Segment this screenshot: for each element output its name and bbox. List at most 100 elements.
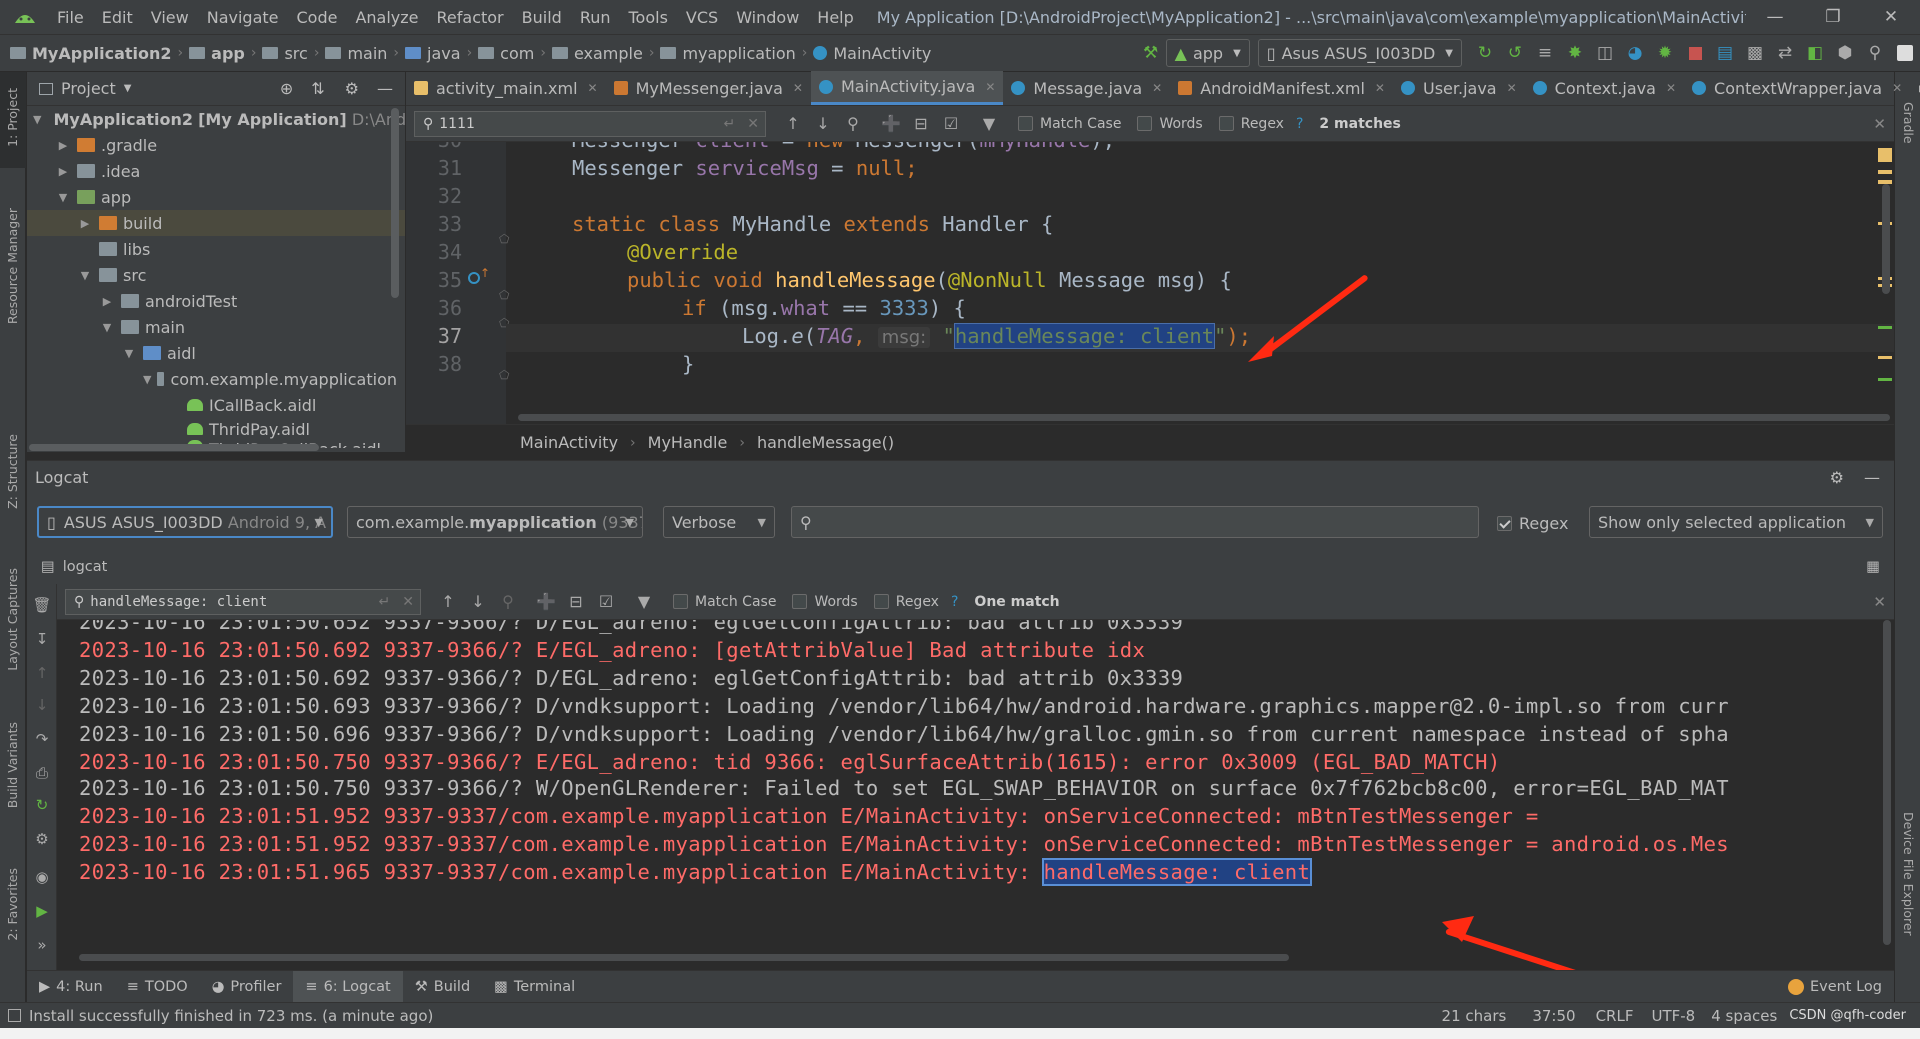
project-hscrollbar[interactable] — [29, 444, 319, 451]
tree-item-package[interactable]: ▼ com.example.myapplication — [27, 366, 397, 392]
filter-config-dropdown[interactable]: Show only selected application ▼ — [1589, 506, 1883, 538]
editor-vscrollbar[interactable] — [1882, 184, 1890, 294]
logcat-regex-find-checkbox[interactable]: Regex? — [873, 594, 958, 610]
logcat-words-checkbox[interactable]: Words — [792, 594, 858, 610]
project-scrollbar[interactable] — [391, 108, 399, 298]
filter-icon[interactable]: ▼ — [629, 592, 659, 611]
sync-icon[interactable]: ⇄ — [1770, 38, 1800, 68]
tab-context[interactable]: Context.java ✕ — [1525, 71, 1684, 105]
close-icon[interactable]: ✕ — [1152, 81, 1162, 95]
menu-analyze[interactable]: Analyze — [346, 8, 427, 27]
log-level-dropdown[interactable]: Verbose ▼ — [663, 506, 775, 538]
close-icon[interactable]: ✕ — [1507, 81, 1517, 95]
menu-help[interactable]: Help — [808, 8, 862, 27]
editor-words-checkbox[interactable]: Words — [1137, 116, 1203, 132]
close-icon[interactable]: ✕ — [588, 81, 598, 95]
close-icon[interactable]: ✕ — [1892, 81, 1902, 95]
code-viewport[interactable]: 30 31 32 33 34 35 36 37 38 ↑ ⬠ ⬠ ⬠ ⬠ Mes… — [406, 142, 1894, 424]
file-encoding[interactable]: UTF-8 — [1651, 1007, 1695, 1025]
crumb-project[interactable]: MyApplication2 — [10, 44, 172, 63]
tree-root[interactable]: ▼ MyApplication2 [My Application] D:\Andr… — [27, 106, 446, 132]
menu-code[interactable]: Code — [288, 8, 347, 27]
stop-icon[interactable] — [1680, 38, 1710, 68]
tree-item-main[interactable]: ▼ main — [27, 314, 397, 340]
tree-item-aidl[interactable]: ▼ aidl — [27, 340, 397, 366]
logcat-find-input[interactable]: ⚲ handleMessage: client ↵ ✕ — [65, 588, 421, 615]
tool-build-variants[interactable]: Build Variants — [5, 722, 20, 808]
tree-item-libs[interactable]: libs — [27, 236, 397, 262]
override-gutter-icon[interactable]: ↑ — [468, 266, 490, 288]
device-dropdown[interactable]: ▯ ASUS ASUS_I003DD Android 9, A ▼ — [37, 506, 333, 538]
sdk-manager-icon[interactable]: ⬢ — [1830, 38, 1860, 68]
up-icon[interactable]: ↑ — [32, 664, 52, 684]
close-find-icon[interactable]: ✕ — [1873, 593, 1886, 611]
breadcrumb-method[interactable]: handleMessage() — [757, 433, 894, 452]
run-config-select[interactable]: ▲ app ▼ — [1165, 39, 1250, 67]
crumb-myapplication[interactable]: myapplication — [660, 44, 796, 63]
gear-icon[interactable]: ⚙ — [32, 830, 52, 850]
editor-regex-checkbox[interactable]: Regex? — [1218, 116, 1303, 132]
close-icon[interactable]: ✕ — [793, 81, 803, 95]
tool-layout-captures[interactable]: Layout Captures — [5, 568, 20, 671]
tab-todo[interactable]: ≡ TODO — [115, 971, 200, 1003]
editor-match-case-checkbox[interactable]: Match Case — [1018, 116, 1121, 132]
tree-item-build[interactable]: ▶ build — [27, 210, 405, 236]
restore-button[interactable]: ❐ — [1804, 0, 1862, 34]
device-manager-icon[interactable]: ▩ — [1740, 38, 1770, 68]
logcat-vscrollbar[interactable] — [1883, 620, 1891, 945]
previous-occurrence-icon[interactable]: ↑ — [778, 114, 808, 133]
close-find-icon[interactable]: ✕ — [1873, 115, 1886, 133]
fold-icon[interactable]: ⬠ — [499, 368, 509, 382]
previous-occurrence-icon[interactable]: ↑ — [433, 592, 463, 611]
crumb-src[interactable]: src — [262, 44, 308, 63]
collapse-all-icon[interactable]: ⇅ — [311, 79, 324, 98]
process-dropdown[interactable]: com.example.myapplication (9337▼ — [347, 506, 643, 538]
caret-position[interactable]: 37:50 — [1532, 1007, 1575, 1025]
profile-icon[interactable]: ◕ — [1620, 38, 1650, 68]
filter-icon[interactable]: ▼ — [974, 114, 1004, 133]
tree-item-gradle[interactable]: ▶ .gradle — [27, 132, 397, 158]
avatar[interactable] — [1890, 38, 1920, 68]
tab-overflow-icon[interactable]: ⇤ — [1910, 71, 1920, 105]
logcat-match-case-checkbox[interactable]: Match Case — [673, 594, 776, 610]
tree-item-androidtest[interactable]: ▶ androidTest — [27, 288, 397, 314]
minimize-button[interactable]: — — [1746, 0, 1804, 34]
menu-file[interactable]: File — [48, 8, 93, 27]
clear-icon[interactable]: ✕ — [402, 594, 414, 610]
crumb-main[interactable]: main — [325, 44, 387, 63]
tool-favorites[interactable]: 2: Favorites — [5, 868, 20, 941]
tab-message[interactable]: Message.java ✕ — [1003, 71, 1170, 105]
select-all-occurrences-icon[interactable]: ☑ — [591, 592, 621, 611]
status-message[interactable]: Install successfully finished in 723 ms.… — [29, 1007, 433, 1025]
find-all-icon[interactable]: ⚲ — [838, 114, 868, 133]
tab-logcat[interactable]: logcat — [63, 559, 108, 575]
fold-icon[interactable]: ⬠ — [499, 288, 509, 302]
rerun-icon[interactable]: ↻ — [1470, 38, 1500, 68]
tab-contextwrapper[interactable]: ContextWrapper.java ✕ — [1684, 71, 1910, 105]
crumb-example[interactable]: example — [551, 44, 643, 63]
tree-item-idea[interactable]: ▶ .idea — [27, 158, 397, 184]
screen-record-icon[interactable]: ▶ — [32, 902, 52, 922]
tab-activity-main-xml[interactable]: activity_main.xml ✕ — [406, 71, 606, 105]
editor-find-input[interactable]: ⚲ 1111 ↵ ✕ — [414, 110, 766, 137]
tool-resource-manager[interactable]: Resource Manager — [5, 208, 20, 324]
breadcrumb-inner-class[interactable]: MyHandle — [648, 433, 728, 452]
tab-logcat-bottom[interactable]: ≡ 6: Logcat — [293, 970, 403, 1003]
apply-changes-icon[interactable]: ↺ — [1500, 38, 1530, 68]
line-separator[interactable]: CRLF — [1596, 1007, 1634, 1025]
search-everywhere-icon[interactable]: ⚲ — [1860, 38, 1890, 68]
tab-event-log[interactable]: Event Log — [1776, 971, 1894, 1003]
trash-icon[interactable]: 🗑 — [32, 596, 52, 616]
menu-build[interactable]: Build — [513, 8, 571, 27]
stripe-marker[interactable] — [1878, 326, 1892, 329]
logcat-search-input[interactable]: ⚲ — [791, 506, 1479, 538]
stripe-marker[interactable] — [1878, 170, 1892, 174]
tab-profiler[interactable]: ◕ Profiler — [200, 971, 294, 1003]
tab-build[interactable]: ⚒ Build — [403, 971, 482, 1003]
status-toggle-icon[interactable] — [8, 1009, 21, 1022]
crumb-com[interactable]: com — [478, 44, 534, 63]
tab-run[interactable]: ▶ 4: Run — [27, 971, 115, 1003]
project-structure-icon[interactable]: ▤ — [1710, 38, 1740, 68]
stripe-marker[interactable] — [1878, 356, 1892, 359]
logcat-output[interactable]: 2023-10-16 23:01:50.652 9337-9366/? D/EG… — [57, 620, 1894, 970]
